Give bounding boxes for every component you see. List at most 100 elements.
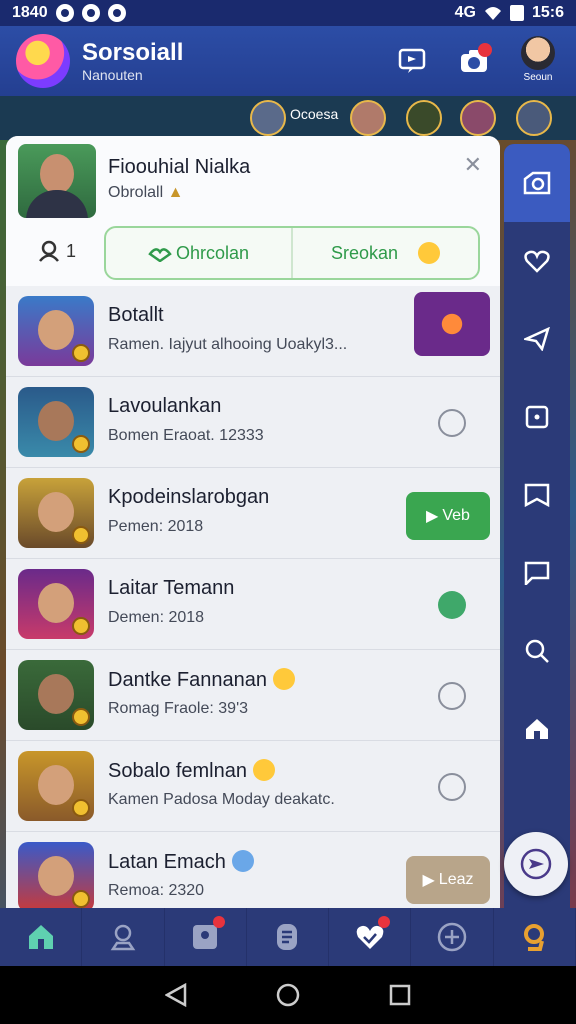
screen-share-icon [398,48,426,73]
list-item[interactable]: Laitar Temann Demen: 2018 [6,559,500,650]
segment-left[interactable]: Ohrcolan [106,228,291,278]
rail-send[interactable] [504,300,570,378]
user-avatar-button[interactable]: Seoun [516,36,560,86]
list-avatar [18,478,94,548]
list-avatar [18,842,94,908]
timer-icon[interactable] [438,682,466,710]
segment-left-label: Ohrcolan [175,242,250,263]
back-icon [165,983,187,1007]
list-item[interactable]: Kpodeinslarobgan Pemen: 2018 ▶ Veb [6,468,500,559]
recents-icon [389,984,411,1006]
nav-notes[interactable] [247,908,330,966]
wifi-icon [484,7,501,20]
notification-badge [478,43,492,57]
profile-card: Fioouhial Nialka Obrolall ▲ ✕ 1 Ohrcolan… [6,136,500,286]
nav-favorites[interactable] [329,908,412,966]
home-button[interactable] [266,973,310,1017]
segment-right-label: Sreokan [330,242,399,263]
list-avatar [18,660,94,730]
list-item[interactable]: Dantke Fannanan Romag Fraole: 39'3 [6,650,500,741]
list-item-subtitle: Romag Fraole: 39'3 [108,700,249,717]
list-item[interactable]: Latan Emach Remoa: 2320 ▶ Leaz [6,832,500,908]
play-button[interactable]: ▶ Veb [406,492,490,540]
segmented-control: Ohrcolan Sreokan [104,226,480,280]
chat-icon[interactable] [438,409,466,437]
list-item-title-text: Sobalo femlnan [108,760,247,782]
rail-search[interactable] [504,612,570,690]
rail-heart[interactable] [504,222,570,300]
rail-chat[interactable] [504,534,570,612]
heart-icon [524,250,550,273]
app-title: Sorsoiall [82,39,184,66]
location-icon [110,924,136,951]
list-item-subtitle: Kamen Padosa Moday deakatc. [108,791,335,808]
play-button[interactable]: ▶ Leaz [406,856,490,904]
notification-icon-2 [81,4,100,22]
story-avatar[interactable] [350,100,386,136]
emoji-icon [252,759,275,781]
timer-icon[interactable] [438,773,466,801]
story-avatar[interactable] [250,100,286,136]
status-time-right: 15:6 [531,4,564,21]
story-avatar[interactable] [516,100,552,136]
flag-icon [524,483,550,507]
play-button-label: Veb [442,507,470,524]
compose-button[interactable] [504,832,568,896]
profile-avatar[interactable] [18,144,96,218]
avatar [521,36,555,70]
list-item-subtitle: Demen: 2018 [108,609,205,626]
avatar-name: Seoun [523,72,553,83]
close-icon[interactable]: ✕ [464,152,482,178]
status-time-left: 1840 [12,4,48,21]
nav-profile[interactable] [494,908,576,966]
rail-square[interactable] [504,378,570,456]
list-avatar [18,296,94,366]
list-item[interactable]: Botallt Ramen. Iajyut alhooing Uoakyl3..… [6,286,500,377]
send-icon [524,327,550,351]
list-avatar [18,387,94,457]
profile-icon [524,924,545,951]
handshake-icon [148,248,172,262]
profile-status: Obrolall ▲ [108,184,183,202]
friends-count: 1 [38,240,76,262]
status-bar: 1840 4G 15:6 [0,0,576,26]
compass-icon[interactable] [438,591,466,619]
list-item-title: Kpodeinslarobgan [108,486,270,508]
friends-list: Botallt Ramen. Iajyut alhooing Uoakyl3..… [6,286,500,908]
segment-right[interactable]: Sreokan [291,228,478,278]
emoji-icon [273,668,296,690]
nav-add[interactable] [411,908,494,966]
back-button[interactable] [154,973,198,1017]
rail-flag[interactable] [504,456,570,534]
rail-camera[interactable] [504,144,570,222]
play-button-label: Leaz [438,871,474,888]
search-icon [525,639,549,663]
network-label: 4G [454,4,476,21]
list-item-title: Dantke Fannanan [108,668,296,692]
list-item-title: Lavoulankan [108,395,222,417]
game-thumbnail[interactable] [414,292,490,356]
list-item-title-text: Latan Emach [108,851,226,873]
friends-panel: Fioouhial Nialka Obrolall ▲ ✕ 1 Ohrcolan… [6,136,500,908]
app-subtitle: Nanouten [82,67,143,83]
home-icon [526,719,548,739]
list-item-title: Latan Emach [108,850,254,874]
play-icon: ▶ [426,508,439,525]
list-item[interactable]: Lavoulankan Bomen Eraoat. 12333 [6,377,500,468]
list-item-title: Sobalo femlnan [108,759,275,783]
story-avatar[interactable] [406,100,442,136]
screen-share-button[interactable] [392,41,432,81]
app-logo[interactable] [16,34,70,88]
nav-gallery[interactable] [165,908,247,966]
list-item[interactable]: Sobalo femlnan Kamen Padosa Moday deakat… [6,741,500,832]
story-avatar[interactable] [460,100,496,136]
camera-button[interactable] [454,41,494,81]
nav-home[interactable] [0,908,83,966]
system-nav-bar [0,966,576,1024]
recents-button[interactable] [378,973,422,1017]
list-item-subtitle: Ramen. Iajyut alhooing Uoakyl3... [108,336,348,353]
home-icon [28,925,53,949]
rail-home[interactable] [504,690,570,768]
list-item-subtitle: Bomen Eraoat. 12333 [108,427,264,444]
nav-map[interactable] [82,908,165,966]
